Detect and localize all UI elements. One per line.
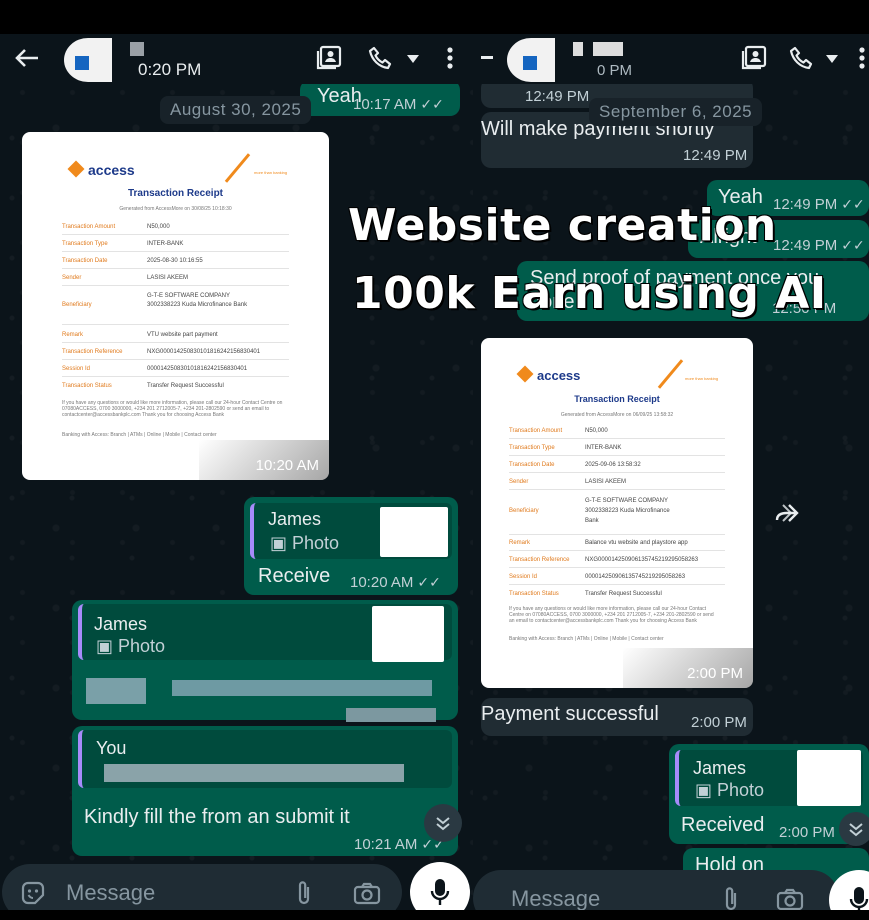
- reply-message-bubble[interactable]: James ▣ Photo: [72, 600, 458, 722]
- message-time: 10:20 AM: [255, 457, 319, 474]
- quoted-sender: You: [96, 738, 127, 758]
- message-time: 12:49 PM: [773, 196, 838, 213]
- quoted-thumbnail: [380, 507, 448, 557]
- message-input[interactable]: Message: [66, 880, 155, 906]
- quoted-thumbnail: [372, 606, 444, 662]
- message-input[interactable]: Message: [511, 886, 600, 912]
- message-text: Payment successful: [481, 703, 659, 725]
- photo-icon: ▣: [96, 636, 114, 656]
- date-chip: September 6, 2025: [589, 98, 763, 126]
- left-chat-panel: 0:20 PM August 30, 2025 Yeah 10:17 AM ✓✓ …: [0, 0, 473, 920]
- attach-icon[interactable]: [292, 878, 316, 908]
- back-arrow-icon[interactable]: [479, 46, 495, 70]
- chevron-down-icon[interactable]: [404, 50, 422, 68]
- quoted-message[interactable]: You: [78, 730, 452, 788]
- call-icon[interactable]: [366, 44, 396, 72]
- chat-header: 0 PM: [473, 0, 869, 84]
- message-text: Receive: [258, 565, 331, 587]
- reply-message-bubble[interactable]: James ▣ Photo Receive 10:20 AM ✓✓: [244, 497, 458, 595]
- message-text: Kindly fill the from an submit it: [84, 806, 350, 828]
- double-check-icon: ✓✓: [841, 196, 865, 212]
- receipt-tagline: more than banking: [254, 170, 288, 175]
- header-time: 0 PM: [597, 62, 633, 79]
- chat-header: 0:20 PM: [0, 0, 473, 84]
- forward-icon[interactable]: [773, 500, 803, 526]
- double-check-icon: ✓✓: [417, 574, 441, 590]
- photo-icon: ▣: [270, 533, 288, 553]
- reply-message-bubble[interactable]: You Kindly fill the from an submit it 10…: [72, 726, 458, 856]
- sticker-icon[interactable]: [18, 878, 48, 908]
- message-time: 2:00 PM: [691, 714, 747, 731]
- quoted-sender: James: [94, 614, 148, 634]
- chevron-down-icon[interactable]: [823, 50, 841, 68]
- double-check-icon: ✓✓: [420, 96, 444, 112]
- quoted-thumbnail: [797, 750, 861, 806]
- back-arrow-icon[interactable]: [12, 44, 42, 72]
- more-options-icon[interactable]: [440, 44, 460, 72]
- message-time: 2:00 PM: [687, 665, 743, 682]
- message-time: 12:49 PM: [525, 88, 590, 105]
- message-bubble[interactable]: Payment successful 2:00 PM: [481, 698, 753, 736]
- access-bank-logo: access: [516, 365, 580, 383]
- right-chat-panel: 0 PM 12:49 PM September 6, 2025 Will mak…: [473, 0, 869, 920]
- contact-card-icon[interactable]: [739, 44, 769, 72]
- message-time: 2:00 PM: [779, 824, 835, 841]
- quoted-message[interactable]: James ▣ Photo: [250, 503, 452, 559]
- access-bank-logo: access: [67, 160, 135, 178]
- quoted-sender: James: [693, 758, 747, 778]
- photo-icon: ▣: [695, 780, 713, 800]
- receipt-title: Transaction Receipt: [574, 394, 660, 404]
- date-chip: August 30, 2025: [160, 96, 312, 124]
- promo-title-line1: Website creation: [348, 200, 777, 251]
- receipt-generated: Generated from AccessMore on 30/08/25 10…: [119, 206, 232, 212]
- quoted-sender: James: [268, 509, 322, 529]
- message-text: Received: [681, 814, 765, 836]
- call-icon[interactable]: [787, 44, 817, 72]
- contact-card-icon[interactable]: [314, 44, 344, 72]
- more-options-icon[interactable]: [855, 44, 869, 72]
- scroll-to-bottom-button[interactable]: [424, 804, 462, 842]
- message-time: 12:49 PM: [773, 237, 838, 254]
- camera-icon[interactable]: [352, 878, 382, 908]
- receipt-generated: Generated from AccessMore on 06/09/25 13…: [560, 412, 674, 418]
- message-bubble-partial[interactable]: Yeah 10:17 AM ✓✓: [300, 80, 460, 116]
- message-time: 10:21 AM: [354, 836, 418, 853]
- receipt-tagline: more than banking: [685, 376, 719, 381]
- quoted-message[interactable]: James ▣ Photo: [675, 750, 863, 806]
- promo-title-line2: 100k Earn using AI: [352, 268, 827, 319]
- message-time: 10:17 AM: [353, 96, 417, 113]
- receipt-image[interactable]: access more than banking Transaction Rec…: [481, 338, 753, 688]
- scroll-to-bottom-button[interactable]: [839, 812, 869, 846]
- receipt-image[interactable]: access more than banking Transaction Rec…: [22, 132, 329, 480]
- message-time: 12:49 PM: [683, 147, 748, 164]
- receipt-title: Transaction Receipt: [127, 188, 224, 199]
- double-check-icon: ✓✓: [841, 237, 865, 253]
- quoted-message[interactable]: James ▣ Photo: [78, 604, 452, 662]
- message-time: 10:20 AM: [350, 574, 414, 591]
- header-time: 0:20 PM: [138, 60, 202, 79]
